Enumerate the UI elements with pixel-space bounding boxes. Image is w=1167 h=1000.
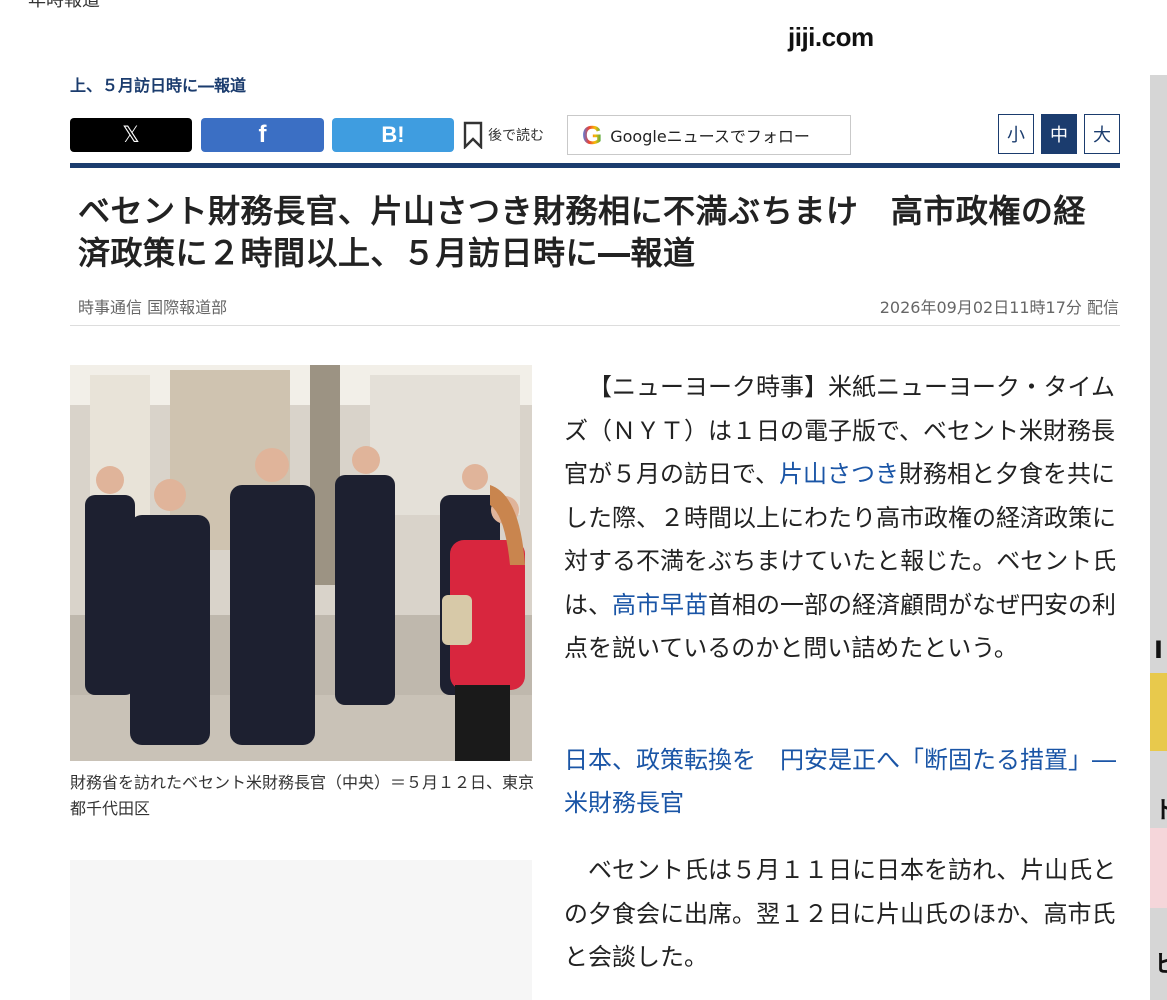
share-x-button[interactable]: 𝕏 — [70, 118, 192, 152]
share-bar: 𝕏 f B! 後で読む G Googleニュースでフォロー 小 中 大 — [70, 114, 1120, 155]
link-takaichi-sanae[interactable]: 高市早苗 — [612, 591, 708, 619]
facebook-icon: f — [258, 121, 267, 148]
read-later-label: 後で読む — [488, 128, 544, 144]
sidebar-thumbnail[interactable] — [1150, 673, 1167, 751]
bookmark-icon — [463, 121, 483, 149]
hatena-icon: B! — [381, 122, 405, 147]
cutoff-previous-text: 年時報道 — [28, 0, 100, 11]
share-hatena-button[interactable]: B! — [332, 118, 454, 152]
font-size-small-button[interactable]: 小 — [998, 114, 1034, 154]
sidebar-cutoff-text-1: I — [1154, 636, 1163, 664]
google-news-follow-button[interactable]: G Googleニュースでフォロー — [567, 115, 851, 155]
article-byline: 時事通信 国際報道部 — [78, 298, 228, 317]
read-later-button[interactable]: 後で読む — [462, 118, 544, 152]
article-title: ベセント財務長官、片山さつき財務相に不満ぶちまけ 高市政権の経済政策に２時間以上… — [78, 192, 1086, 272]
google-g-icon: G — [582, 120, 603, 150]
font-size-medium-button[interactable]: 中 — [1041, 114, 1077, 154]
related-article-link[interactable]: 日本、政策転換を 円安是正へ「断固たる措置」―米財務長官 — [564, 739, 1119, 825]
article-dateline: 2026年09月02日11時17分 配信 — [879, 298, 1119, 317]
share-facebook-button[interactable]: f — [201, 118, 324, 152]
article-photo[interactable] — [70, 365, 532, 761]
article-body-paragraph-1: 【ニューヨーク時事】米紙ニューヨーク・タイムズ（ＮＹＴ）は１日の電子版で、ベセン… — [564, 373, 1117, 662]
sidebar-cutoff-text-2: ト — [1154, 796, 1167, 824]
article-body-paragraph-2: ベセント氏は５月１１日に日本を訪れ、片山氏との夕食会に出席。翌１２日に片山氏のほ… — [564, 856, 1117, 971]
font-size-large-button[interactable]: 大 — [1084, 114, 1120, 154]
meta-divider — [70, 325, 1120, 326]
ad-placeholder — [70, 860, 532, 1000]
google-news-label: Googleニュースでフォロー — [610, 127, 810, 146]
font-size-switcher: 小 中 大 — [998, 114, 1120, 154]
site-logo[interactable]: jiji.com — [788, 22, 874, 53]
sidebar-cutoff-text-3: ヒ — [1154, 950, 1167, 978]
header-divider — [70, 163, 1120, 168]
photo-caption: 財務省を訪れたベセント米財務長官（中央）＝５月１２日、東京都千代田区 — [70, 773, 535, 818]
sidebar-banner[interactable] — [1150, 828, 1167, 908]
sticky-headline: 上、５月訪日時に―報道 — [70, 76, 247, 95]
link-katayama-satsuki[interactable]: 片山さつき — [779, 460, 899, 488]
x-icon: 𝕏 — [122, 122, 140, 147]
